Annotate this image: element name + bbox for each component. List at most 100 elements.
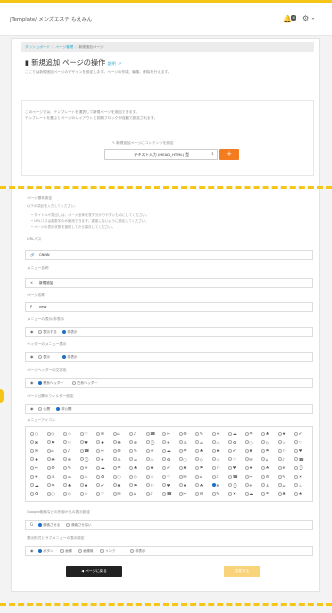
icon-option[interactable]: ☎ [162, 490, 172, 497]
radio-option-noindex[interactable]: 検索させない [66, 521, 92, 529]
icon-option[interactable]: ✎ [63, 464, 71, 471]
icon-option[interactable]: ♦ [96, 439, 104, 446]
icon-option[interactable]: ♻ [228, 439, 236, 446]
icon-option[interactable]: ☎ [294, 456, 304, 463]
icon-option[interactable]: ☕ [129, 456, 137, 463]
icon-option[interactable]: ○ [178, 456, 187, 463]
add-button[interactable]: + [219, 149, 239, 160]
icon-option[interactable]: ☀ [294, 473, 302, 480]
radio-option-index[interactable]: 検索させる [38, 521, 60, 529]
icon-option[interactable]: ♻ [30, 490, 38, 497]
icon-option[interactable]: ☆ [211, 456, 220, 463]
icon-option[interactable]: ✂ [96, 447, 104, 454]
icon-option[interactable]: ✔ [162, 464, 170, 471]
icon-option[interactable]: ○ [30, 430, 38, 437]
icon-option[interactable]: ♡ [162, 473, 170, 480]
icon-option[interactable]: ⌂ [261, 456, 268, 463]
icon-option[interactable]: ☕ [277, 482, 286, 489]
icon-option[interactable]: ⚓ [178, 439, 187, 446]
icon-option[interactable]: ✉ [96, 430, 104, 437]
icon-option[interactable]: ⚐ [63, 439, 71, 446]
breadcrumb-item-dashboard[interactable]: ダッシュボード [25, 45, 50, 49]
icon-option[interactable]: ☂ [244, 430, 253, 437]
icon-option[interactable]: ⌚ [294, 464, 304, 471]
radio-option-private[interactable]: 非公開 [56, 405, 71, 413]
icon-option[interactable]: ♨ [79, 473, 88, 480]
radio-option-show[interactable]: 表示 [38, 353, 50, 361]
icon-option[interactable]: ✂ [244, 473, 253, 480]
title-input[interactable]: Ρnew [25, 302, 313, 312]
icon-option[interactable]: ☆ [79, 490, 88, 497]
icon-option[interactable]: ⚐ [277, 447, 286, 454]
icon-option[interactable]: ◇ [63, 490, 71, 497]
icon-option[interactable]: ✖ [30, 439, 38, 446]
icon-option[interactable]: ☂ [178, 447, 187, 454]
icon-option[interactable]: ✂ [30, 464, 38, 471]
icon-option[interactable]: ☕ [195, 439, 203, 446]
icon-option[interactable]: ♪ [63, 447, 70, 454]
icon-option[interactable]: ⚙ [112, 447, 121, 454]
icon-option[interactable]: ♡ [228, 456, 236, 463]
icon-option[interactable]: ☘ [112, 439, 121, 446]
icon-option[interactable]: ✎ [129, 447, 137, 454]
icon-option[interactable]: ✔ [96, 482, 104, 489]
icon-option[interactable]: ⌂ [112, 430, 120, 437]
icon-option[interactable]: ☂ [112, 464, 121, 471]
radio-option-image[interactable]: 画像 [60, 547, 72, 555]
icon-option[interactable]: ✈ [96, 456, 104, 463]
icon-option[interactable]: ☀ [211, 430, 220, 437]
icon-option[interactable]: ♦ [244, 464, 253, 471]
icon-option[interactable]: ⌂ [195, 473, 202, 480]
icon-option[interactable]: ♠ [277, 430, 286, 437]
icon-option[interactable]: ⚓ [112, 456, 121, 463]
icon-option[interactable]: ♨ [211, 439, 220, 446]
icon-option[interactable]: ⚐ [145, 482, 154, 489]
radio-option-hide[interactable]: 非表示 [62, 328, 77, 336]
icon-option[interactable]: ☁ [30, 482, 39, 489]
icon-option[interactable]: ✖ [178, 464, 187, 471]
help-link[interactable]: 説明 [108, 61, 116, 66]
icon-option[interactable]: ✔ [228, 447, 236, 454]
name-input[interactable]: ✕ 新規追加 [25, 278, 313, 288]
icon-option[interactable]: ✉ [178, 473, 187, 480]
icon-option[interactable]: ❄ [129, 439, 137, 446]
icon-option[interactable]: ♦ [178, 482, 187, 489]
icon-option[interactable]: ✉ [112, 490, 121, 497]
icon-option[interactable]: ♣ [261, 430, 269, 437]
icon-option[interactable]: ♻ [96, 473, 104, 480]
icon-option[interactable]: ♠ [145, 464, 154, 471]
icon-option[interactable]: ♥ [294, 447, 302, 454]
radio-option-none[interactable]: 非表示 [130, 547, 145, 555]
icon-option[interactable]: ⚐ [211, 464, 220, 471]
icon-option[interactable]: ☎ [228, 473, 238, 480]
icon-option[interactable]: ♣ [277, 490, 286, 497]
icon-option[interactable]: ⚑ [195, 464, 203, 471]
icon-option[interactable]: ⚑ [46, 439, 55, 446]
radio-option-black[interactable]: 黒系ヘッダー [38, 379, 64, 387]
icon-option[interactable]: ⚙ [261, 473, 269, 480]
icon-option[interactable]: ❄ [211, 482, 220, 489]
icon-option[interactable]: ✈ [244, 482, 253, 489]
icon-option[interactable]: ◇ [46, 430, 54, 437]
breadcrumb-item-pages[interactable]: ページ管理 [55, 45, 73, 49]
icon-option[interactable]: ⌂ [129, 490, 136, 497]
icon-option[interactable]: ♡ [294, 439, 302, 446]
icon-option[interactable]: ◇ [129, 473, 137, 480]
icon-option[interactable]: ⚙ [46, 464, 55, 471]
icon-option[interactable]: ☀ [79, 464, 88, 471]
icon-option[interactable]: ☘ [261, 464, 269, 471]
back-to-page-button[interactable]: ◀ ページに戻る [66, 566, 122, 577]
icon-option[interactable]: ☂ [46, 482, 55, 489]
icon-option[interactable]: ♨ [294, 482, 302, 489]
icon-option[interactable]: ♪ [129, 430, 136, 437]
save-button[interactable]: 変更する [224, 566, 260, 577]
icon-option[interactable]: ⌚ [145, 439, 155, 446]
icon-option[interactable]: ♣ [129, 464, 137, 471]
icon-option[interactable]: ⚙ [178, 430, 187, 437]
icon-option[interactable]: ✎ [211, 490, 220, 497]
icon-option[interactable]: ◇ [195, 456, 203, 463]
chevron-down-icon[interactable]: ▾ [312, 16, 314, 21]
icon-option[interactable]: ✉ [244, 456, 253, 463]
icon-option[interactable]: ○ [244, 439, 253, 446]
icon-option[interactable]: ☆ [277, 439, 286, 446]
